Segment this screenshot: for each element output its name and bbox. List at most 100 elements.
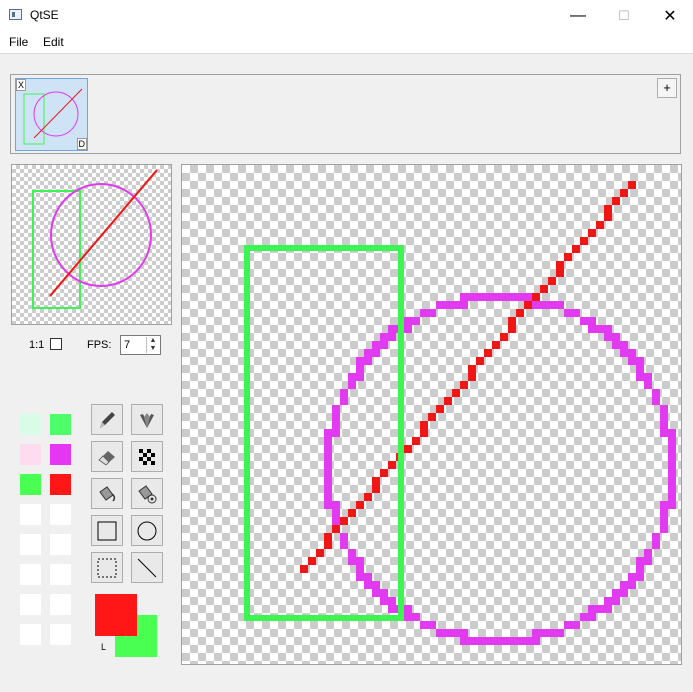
ellipse-pixel (556, 629, 564, 637)
drawing-canvas[interactable] (181, 164, 682, 665)
ellipse-pixel (356, 565, 364, 573)
palette-swatch[interactable] (20, 564, 41, 585)
ellipse-pixel (628, 357, 636, 365)
fps-spin-buttons[interactable]: ▲ ▼ (146, 337, 159, 353)
ellipse-pixel (620, 341, 628, 349)
add-frame-button[interactable]: + (657, 78, 677, 98)
line-pixel (316, 549, 324, 557)
line-pixel (492, 341, 500, 349)
fill-tool[interactable] (91, 478, 123, 509)
rectangle-icon (97, 521, 117, 540)
palette-swatch[interactable] (50, 444, 71, 465)
ellipse-pixel (612, 589, 620, 597)
ellipse-pixel (492, 293, 500, 301)
line-pixel (404, 445, 412, 453)
maximize-button[interactable]: ☐ (601, 0, 647, 31)
ellipse-pixel (668, 493, 676, 501)
ellipse-pixel (660, 413, 668, 421)
palette-swatch[interactable] (20, 504, 41, 525)
pattern-fill-tool[interactable] (131, 478, 163, 509)
line-pixel (620, 189, 628, 197)
ellipse-tool[interactable] (131, 515, 163, 546)
ellipse-pixel (516, 637, 524, 645)
selection-tool[interactable] (91, 552, 123, 583)
line-pixel (556, 269, 564, 277)
line-pixel (332, 525, 340, 533)
ellipse-pixel (372, 341, 380, 349)
ellipse-pixel (332, 509, 340, 517)
ellipse-pixel (588, 325, 596, 333)
ellipse-pixel (356, 373, 364, 381)
ellipse-pixel (596, 325, 604, 333)
ellipse-pixel (660, 517, 668, 525)
ellipse-pixel (484, 293, 492, 301)
palette-swatch[interactable] (50, 534, 71, 555)
palette-swatch[interactable] (20, 474, 41, 495)
frame-thumbnail[interactable]: X D (15, 78, 88, 151)
palette-swatch[interactable] (20, 594, 41, 615)
ellipse-pixel (580, 613, 588, 621)
spin-down-icon[interactable]: ▼ (147, 345, 159, 353)
checker-tool[interactable] (131, 441, 163, 472)
line-pixel (476, 357, 484, 365)
remove-frame-tag[interactable]: X (16, 79, 27, 91)
line-pixel (588, 229, 596, 237)
palette-swatch[interactable] (50, 594, 71, 615)
ellipse-pixel (636, 573, 644, 581)
ellipse-pixel (420, 309, 428, 317)
menu-file[interactable]: File (9, 35, 28, 49)
ellipse-pixel (524, 637, 532, 645)
line-pixel (516, 309, 524, 317)
palette-swatch[interactable] (50, 624, 71, 645)
ellipse-pixel (364, 581, 372, 589)
palette-swatch[interactable] (50, 564, 71, 585)
ellipse-pixel (652, 533, 660, 541)
line-pixel (508, 317, 516, 325)
spray-tool[interactable] (131, 404, 163, 435)
primary-color-label: L (101, 642, 107, 652)
pencil-tool[interactable] (91, 404, 123, 435)
ellipse-pixel (404, 317, 412, 325)
palette-swatch[interactable] (20, 444, 41, 465)
rectangle-tool[interactable] (91, 515, 123, 546)
fps-spinbox[interactable]: 7 ▲ ▼ (120, 335, 161, 355)
palette-swatch[interactable] (50, 474, 71, 495)
ellipse-pixel (348, 549, 356, 557)
palette-swatch[interactable] (20, 414, 41, 435)
ellipse-pixel (468, 637, 476, 645)
ellipse-pixel (636, 565, 644, 573)
ellipse-pixel (428, 621, 436, 629)
palette-swatch[interactable] (50, 504, 71, 525)
line-pixel (308, 557, 316, 565)
ellipse-pixel (588, 317, 596, 325)
primary-color[interactable] (95, 594, 137, 636)
ellipse-pixel (508, 637, 516, 645)
scale-checkbox[interactable] (50, 338, 62, 350)
title-bar: QtSE — ☐ ✕ (0, 0, 693, 31)
eraser-tool[interactable] (91, 441, 123, 472)
ellipse-pixel (356, 557, 364, 565)
palette-swatch[interactable] (20, 624, 41, 645)
ellipse-pixel (388, 325, 396, 333)
ellipse-pixel (372, 349, 380, 357)
palette-swatch[interactable] (20, 534, 41, 555)
ellipse-pixel (644, 381, 652, 389)
ellipse-pixel (548, 629, 556, 637)
close-button[interactable]: ✕ (647, 0, 693, 31)
ellipse-pixel (652, 389, 660, 397)
ellipse-pixel (348, 381, 356, 389)
spin-up-icon[interactable]: ▲ (147, 337, 159, 345)
duplicate-frame-tag[interactable]: D (76, 138, 87, 150)
ellipse-pixel (332, 517, 340, 525)
ellipse-pixel (356, 365, 364, 373)
ellipse-pixel (668, 445, 676, 453)
ellipse-pixel (644, 557, 652, 565)
line-pixel (388, 461, 396, 469)
menu-edit[interactable]: Edit (43, 35, 64, 49)
ellipse-pixel (596, 605, 604, 613)
line-tool[interactable] (131, 552, 163, 583)
ellipse-pixel (388, 605, 396, 613)
minimize-button[interactable]: — (555, 0, 601, 31)
palette-swatch[interactable] (50, 414, 71, 435)
preview-drawing (32, 169, 158, 309)
